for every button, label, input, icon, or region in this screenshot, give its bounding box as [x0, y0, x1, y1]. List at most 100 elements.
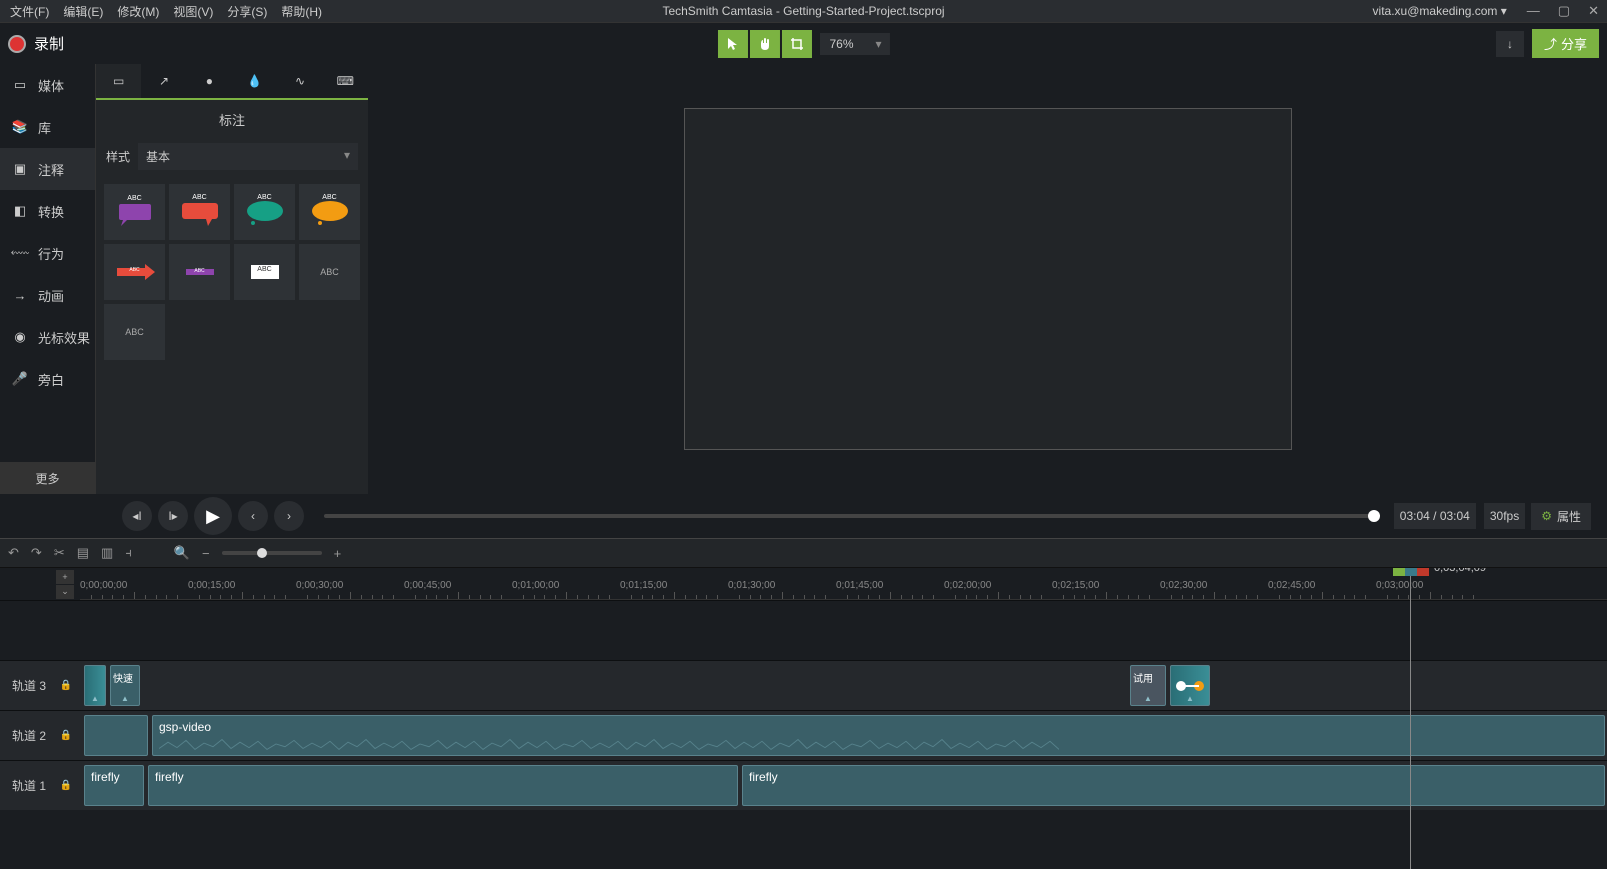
- menu-view[interactable]: 视图(V): [173, 3, 213, 20]
- menu-edit[interactable]: 编辑(E): [63, 3, 103, 20]
- zoom-slider[interactable]: [222, 551, 322, 555]
- download-button[interactable]: ↓: [1496, 31, 1524, 57]
- clip[interactable]: ▲: [1170, 665, 1210, 706]
- cut-button[interactable]: ✂: [54, 545, 65, 561]
- track-area[interactable]: 0;00;00;000;00;15;000;00;30;000;00;45;00…: [80, 568, 1607, 869]
- panel-tab-keystroke[interactable]: ⌨: [323, 64, 368, 98]
- clip[interactable]: 试用▲: [1130, 665, 1166, 706]
- callout-item[interactable]: ABC: [234, 184, 295, 240]
- sidebar-item-library[interactable]: 📚库: [0, 106, 95, 148]
- sidebar-item-behaviors[interactable]: ⬳行为: [0, 232, 95, 274]
- menu-file[interactable]: 文件(F): [10, 3, 49, 20]
- lock-icon[interactable]: 🔒: [60, 780, 72, 791]
- cursor-icon: ◉: [12, 329, 28, 345]
- prev-clip-button[interactable]: ‹: [238, 501, 268, 531]
- sidebar-item-annotations[interactable]: ▣注释: [0, 148, 95, 190]
- panel-tab-blur[interactable]: 💧: [232, 64, 277, 98]
- callout-item[interactable]: ABC: [104, 244, 165, 300]
- crop-tool[interactable]: [781, 30, 811, 58]
- playback-time: 03:04 / 03:04: [1394, 503, 1476, 529]
- zoom-select[interactable]: 76%: [819, 33, 889, 55]
- close-button[interactable]: ✕: [1588, 3, 1599, 19]
- clip[interactable]: [84, 715, 148, 756]
- callout-item[interactable]: ABC: [169, 184, 230, 240]
- shape-icon: ●: [206, 74, 213, 88]
- timeline: + ⌄ 轨道 3🔒 轨道 2🔒 轨道 1🔒 0;00;00;000;00;15;…: [0, 568, 1607, 869]
- panel-tab-arrows[interactable]: ↗: [141, 64, 186, 98]
- track-row-2[interactable]: gsp-video: [80, 710, 1607, 760]
- playback-handle[interactable]: [1368, 510, 1380, 522]
- track-row-1[interactable]: firefly firefly firefly: [80, 760, 1607, 810]
- sidebar-item-transitions[interactable]: ◧转换: [0, 190, 95, 232]
- sidebar-item-narration[interactable]: 🎤旁白: [0, 358, 95, 400]
- canvas-viewport[interactable]: [368, 64, 1607, 494]
- callout-item[interactable]: ABC: [104, 304, 165, 360]
- zoom-handle[interactable]: [257, 548, 267, 558]
- sidebar-item-media[interactable]: ▭媒体: [0, 64, 95, 106]
- undo-button[interactable]: ↶: [8, 545, 19, 561]
- library-icon: 📚: [12, 119, 28, 135]
- canvas-area: [368, 64, 1607, 494]
- menu-share[interactable]: 分享(S): [227, 3, 267, 20]
- playhead[interactable]: 0;03;04;09: [1410, 568, 1411, 869]
- clip-gsp-video[interactable]: gsp-video: [152, 715, 1605, 756]
- zoom-out-button[interactable]: −: [202, 546, 210, 561]
- next-frame-button[interactable]: I▸: [158, 501, 188, 531]
- share-button[interactable]: ⤴分享: [1532, 29, 1599, 58]
- callout-item[interactable]: ABC: [234, 244, 295, 300]
- clip-firefly[interactable]: firefly: [742, 765, 1605, 806]
- sidebar-item-cursor-effects[interactable]: ◉光标效果: [0, 316, 95, 358]
- track-row-3[interactable]: ▲ 快速▲ 试用▲ ▲: [80, 660, 1607, 710]
- user-account[interactable]: vita.xu@makeding.com ▾: [1373, 4, 1507, 18]
- playback-bar: ◂I I▸ ▶ ‹ › 03:04 / 03:04 30fps ⚙属性: [0, 494, 1607, 538]
- clip-firefly[interactable]: firefly: [84, 765, 144, 806]
- callout-icon: ▭: [113, 74, 124, 88]
- sketch-icon: ∿: [295, 74, 305, 88]
- sidebar-item-animations[interactable]: →动画: [0, 274, 95, 316]
- canvas[interactable]: [684, 108, 1292, 450]
- add-track-button[interactable]: +: [56, 570, 74, 584]
- arrow-icon: ↗: [159, 74, 169, 88]
- collapse-tracks-button[interactable]: ⌄: [56, 585, 74, 599]
- split-button[interactable]: ⫞: [125, 545, 132, 561]
- menu-help[interactable]: 帮助(H): [281, 3, 322, 20]
- style-select[interactable]: 基本: [138, 143, 358, 170]
- callout-item[interactable]: ABC: [169, 244, 230, 300]
- clip[interactable]: 快速▲: [110, 665, 140, 706]
- record-button[interactable]: 录制: [8, 33, 64, 54]
- track-header-2[interactable]: 轨道 2🔒: [0, 710, 80, 760]
- panel-tab-sketch[interactable]: ∿: [277, 64, 322, 98]
- callout-item[interactable]: ABC: [104, 184, 165, 240]
- paste-button[interactable]: ▥: [101, 545, 113, 561]
- prev-frame-button[interactable]: ◂I: [122, 501, 152, 531]
- callout-item[interactable]: ABC: [299, 244, 360, 300]
- clip-firefly[interactable]: firefly: [148, 765, 738, 806]
- clip[interactable]: ▲: [84, 665, 106, 706]
- play-button[interactable]: ▶: [194, 497, 232, 535]
- copy-button[interactable]: ▤: [77, 545, 89, 561]
- sidebar: ▭媒体 📚库 ▣注释 ◧转换 ⬳行为 →动画 ◉光标效果 🎤旁白 更多: [0, 64, 96, 494]
- next-clip-button[interactable]: ›: [274, 501, 304, 531]
- playback-slider[interactable]: [324, 514, 1374, 518]
- select-tool[interactable]: [717, 30, 747, 58]
- lock-icon[interactable]: 🔒: [60, 680, 72, 691]
- track-header-3[interactable]: 轨道 3🔒: [0, 660, 80, 710]
- timeline-ruler[interactable]: 0;00;00;000;00;15;000;00;30;000;00;45;00…: [80, 568, 1607, 600]
- track-header-1[interactable]: 轨道 1🔒: [0, 760, 80, 810]
- sidebar-more[interactable]: 更多: [0, 462, 95, 494]
- panel-tab-callouts[interactable]: ▭: [96, 64, 141, 98]
- menu-bar: 文件(F) 编辑(E) 修改(M) 视图(V) 分享(S) 帮助(H): [0, 3, 322, 20]
- panel-title: 标注: [96, 100, 368, 139]
- panel-tab-shapes[interactable]: ●: [187, 64, 232, 98]
- lock-icon[interactable]: 🔒: [60, 730, 72, 741]
- zoom-fit-button[interactable]: 🔍: [174, 545, 190, 561]
- playback-fps[interactable]: 30fps: [1484, 503, 1525, 529]
- minimize-button[interactable]: —: [1527, 3, 1540, 19]
- menu-modify[interactable]: 修改(M): [117, 3, 159, 20]
- pan-tool[interactable]: [749, 30, 779, 58]
- maximize-button[interactable]: ▢: [1558, 3, 1570, 19]
- properties-button[interactable]: ⚙属性: [1531, 503, 1591, 530]
- redo-button[interactable]: ↷: [31, 545, 42, 561]
- zoom-in-button[interactable]: +: [334, 546, 342, 561]
- callout-item[interactable]: ABC: [299, 184, 360, 240]
